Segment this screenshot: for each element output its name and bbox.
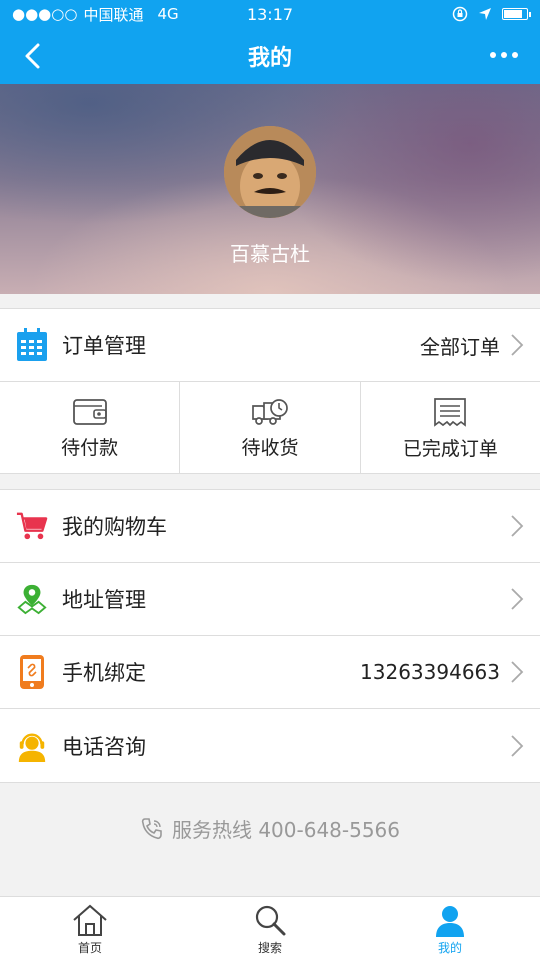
- more-options-icon[interactable]: [490, 52, 518, 58]
- home-icon: [73, 904, 107, 936]
- profile-banner: 百慕古杜: [0, 84, 540, 294]
- receipt-icon: [434, 397, 467, 427]
- tab-search[interactable]: 搜索: [180, 897, 360, 960]
- hotline-text: 服务热线 400-648-5566: [171, 818, 401, 842]
- tab-label: 已完成订单: [402, 437, 498, 460]
- top-bar: ●●●○○ 中国联通 4G 13:17 我的: [0, 0, 540, 84]
- delivery-truck-icon: [252, 398, 288, 425]
- chevron-right-icon: [511, 588, 524, 610]
- page-title: 我的: [247, 46, 292, 71]
- order-management-row[interactable]: 订单管理 全部订单: [0, 309, 540, 382]
- nav-bar: 我的: [0, 28, 540, 84]
- bound-phone-number: 13263394663: [360, 660, 500, 684]
- phone-link-icon: [16, 654, 48, 690]
- status-time: 13:17: [246, 4, 294, 24]
- tab-label: 待付款: [61, 436, 119, 459]
- chevron-right-icon: [511, 515, 524, 537]
- wallet-icon: [72, 398, 107, 425]
- menu-list: 我的购物车 地址管理 手机绑定 13263394663 电话咨询: [0, 489, 540, 783]
- tab-label: 待收货: [241, 436, 299, 459]
- chevron-right-icon: [511, 334, 524, 356]
- search-icon: [255, 905, 286, 936]
- user-icon: [436, 906, 464, 937]
- calendar-icon: [16, 327, 48, 363]
- tab-home[interactable]: 首页: [0, 897, 180, 960]
- menu-item-label: 我的购物车: [62, 515, 167, 539]
- menu-item-phone-binding[interactable]: 手机绑定 13263394663: [0, 636, 540, 709]
- chevron-right-icon: [511, 734, 524, 757]
- shopping-cart-icon: [16, 508, 48, 544]
- status-bar: ●●●○○ 中国联通 4G 13:17: [0, 0, 540, 28]
- battery-icon: [502, 8, 531, 20]
- menu-item-label: 电话咨询: [62, 734, 146, 759]
- customer-service-icon: [16, 728, 48, 764]
- tab-pending-delivery[interactable]: 待收货: [180, 382, 361, 474]
- tab-label: 搜索: [257, 941, 282, 955]
- back-arrow-icon[interactable]: [16, 38, 52, 74]
- menu-item-label: 地址管理: [62, 588, 146, 612]
- all-orders-link[interactable]: 全部订单: [420, 331, 500, 360]
- order-management-label: 订单管理: [62, 334, 146, 358]
- phone-icon: [141, 817, 162, 839]
- chevron-right-icon: [511, 661, 524, 683]
- menu-item-address[interactable]: 地址管理: [0, 563, 540, 636]
- menu-item-label: 手机绑定: [62, 661, 146, 685]
- bottom-tab-bar: 首页 搜索 我的: [0, 896, 540, 960]
- menu-item-cart[interactable]: 我的购物车: [0, 490, 540, 563]
- order-status-tabs: 待付款 待收货 已完成订单: [0, 382, 540, 474]
- tab-mine[interactable]: 我的: [360, 897, 540, 960]
- tab-label: 我的: [437, 941, 462, 955]
- avatar[interactable]: [224, 126, 316, 218]
- tab-label: 首页: [77, 941, 102, 955]
- order-section: 订单管理 全部订单 待付款 待收货 已完成订单: [0, 308, 540, 474]
- tab-completed-orders[interactable]: 已完成订单: [361, 382, 540, 474]
- user-name: 百慕古杜: [230, 242, 310, 266]
- menu-item-phone-consult[interactable]: 电话咨询: [0, 709, 540, 782]
- tab-pending-payment[interactable]: 待付款: [0, 382, 181, 474]
- map-pin-icon: [16, 581, 48, 617]
- service-hotline[interactable]: 服务热线 400-648-5566: [0, 814, 540, 843]
